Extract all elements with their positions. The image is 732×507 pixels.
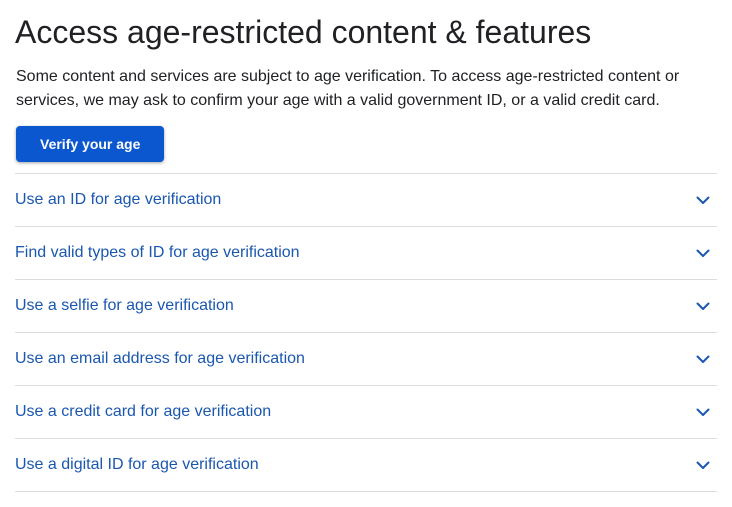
intro-paragraph: Some content and services are subject to… [16,68,680,109]
accordion-item-label: Use an ID for age verification [15,191,222,208]
accordion-item-digital-id[interactable]: Use a digital ID for age verification [15,439,717,492]
chevron-down-icon [695,457,711,473]
chevron-down-icon [695,298,711,314]
page-title: Access age-restricted content & features [15,14,592,50]
chevron-down-icon [695,404,711,420]
help-article: Access age-restricted content & features… [0,0,732,507]
chevron-down-icon [695,245,711,261]
accordion-item-label: Find valid types of ID for age verificat… [15,244,300,261]
accordion-item-label: Use a digital ID for age verification [15,456,259,473]
accordion-item-use-id[interactable]: Use an ID for age verification [15,174,717,227]
accordion-item-label: Use a selfie for age verification [15,297,234,314]
accordion-item-selfie[interactable]: Use a selfie for age verification [15,280,717,333]
chevron-down-icon [695,192,711,208]
accordion-item-email[interactable]: Use an email address for age verificatio… [15,333,717,386]
accordion-item-credit-card[interactable]: Use a credit card for age verification [15,386,717,439]
accordion-list: Use an ID for age verification Find vali… [15,173,717,492]
chevron-down-icon [695,351,711,367]
accordion-item-label: Use an email address for age verificatio… [15,350,305,367]
accordion-item-valid-id-types[interactable]: Find valid types of ID for age verificat… [15,227,717,280]
accordion-item-label: Use a credit card for age verification [15,403,272,420]
verify-age-button[interactable]: Verify your age [16,126,165,162]
